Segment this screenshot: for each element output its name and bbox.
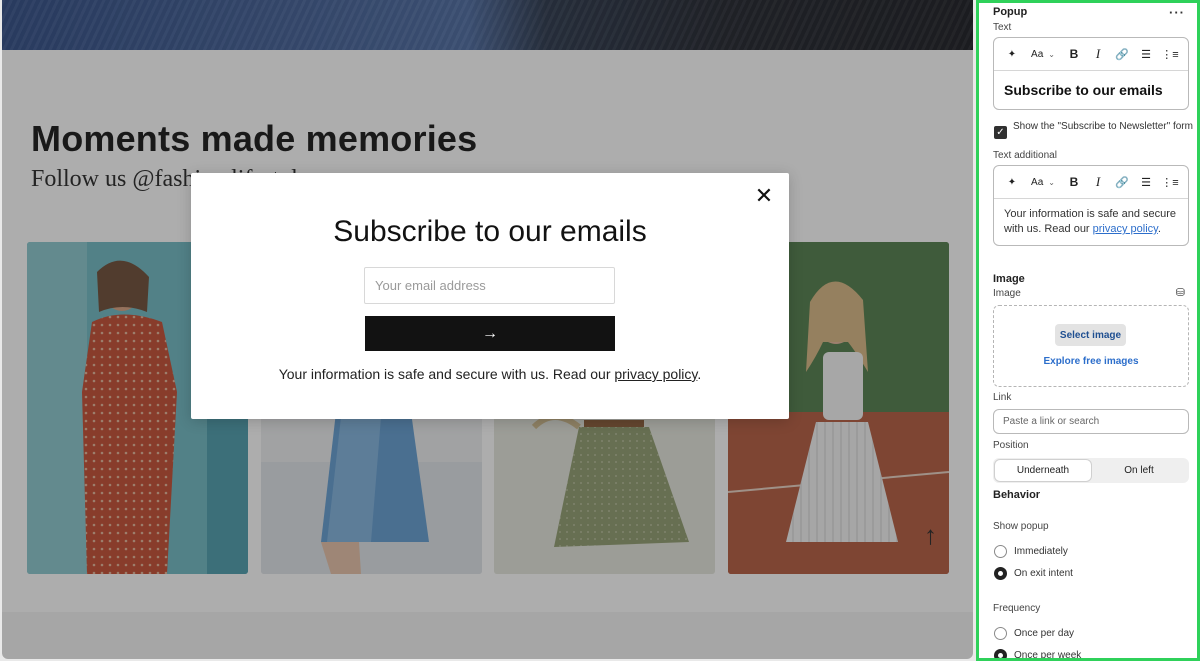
chevron-down-icon: ⌄ — [1048, 49, 1055, 59]
chevron-down-icon: ⌄ — [1048, 177, 1055, 187]
close-icon[interactable]: ✕ — [753, 185, 775, 207]
select-image-button[interactable]: Select image — [1055, 324, 1126, 346]
radio-immediately[interactable] — [994, 545, 1007, 558]
rte-toolbar-2: ✦ Aa ⌄ B I 🔗 ☰ ⋮≡ — [994, 166, 1188, 199]
storefront-preview: Moments made memories Follow us @fashion… — [2, 0, 973, 659]
radio-once-per-day-label: Once per day — [1014, 628, 1075, 639]
magic-icon[interactable]: ✦ — [1004, 172, 1020, 192]
radio-once-per-week-label: Once per week — [1014, 650, 1082, 661]
privacy-policy-link[interactable]: privacy policy — [614, 366, 697, 382]
rte-toolbar: ✦ Aa ⌄ B I 🔗 ☰ ⋮≡ — [994, 38, 1188, 71]
numbered-list-icon[interactable]: ⋮≡ — [1158, 172, 1182, 192]
bold-button[interactable]: B — [1062, 44, 1086, 64]
text-size-label: Aa — [1031, 176, 1044, 188]
popup-title: Subscribe to our emails — [333, 215, 647, 248]
text-size-dropdown[interactable]: Aa ⌄ — [1024, 172, 1062, 192]
link-input[interactable] — [993, 409, 1189, 434]
radio-once-per-week[interactable] — [994, 649, 1007, 658]
radio-on-exit-intent[interactable] — [994, 567, 1007, 580]
label-text: Text — [993, 22, 1012, 33]
label-text-additional: Text additional — [993, 150, 1057, 161]
label-image: Image — [993, 288, 1021, 299]
label-link: Link — [993, 392, 1012, 403]
privacy-policy-link[interactable]: privacy policy — [1093, 223, 1158, 235]
position-option-underneath[interactable]: Underneath — [995, 460, 1091, 481]
database-icon[interactable]: ⛁ — [1176, 286, 1185, 299]
privacy-note: Your information is safe and secure with… — [191, 366, 789, 382]
radio-once-per-day[interactable] — [994, 627, 1007, 640]
radio-on-exit-intent-label: On exit intent — [1014, 568, 1073, 579]
text-size-dropdown[interactable]: Aa ⌄ — [1024, 44, 1062, 64]
editor-root: Moments made memories Follow us @fashion… — [0, 0, 1200, 661]
text-additional-rich-editor: ✦ Aa ⌄ B I 🔗 ☰ ⋮≡ Your information is saf… — [993, 165, 1189, 246]
popup-settings-panel: Popup ··· Text ✦ Aa ⌄ B I 🔗 ☰ ⋮≡ Subscrib… — [976, 0, 1200, 661]
magic-icon[interactable]: ✦ — [1004, 44, 1020, 64]
section-heading-behavior: Behavior — [993, 489, 1041, 501]
radio-immediately-label: Immediately — [1014, 546, 1068, 557]
privacy-note-end: . — [697, 366, 702, 382]
label-frequency: Frequency — [993, 603, 1041, 614]
subscribe-button[interactable]: → — [365, 316, 615, 351]
link-icon[interactable]: 🔗 — [1110, 172, 1134, 192]
italic-button[interactable]: I — [1086, 44, 1110, 64]
image-dropzone[interactable]: Select image Explore free images — [993, 305, 1189, 387]
bulleted-list-icon[interactable]: ☰ — [1134, 172, 1158, 192]
privacy-note-text: Your information is safe and secure with… — [278, 366, 615, 382]
more-options-icon[interactable]: ··· — [1169, 5, 1185, 20]
text-additional-end: . — [1157, 223, 1161, 235]
numbered-list-icon[interactable]: ⋮≡ — [1158, 44, 1182, 64]
text-rich-editor: ✦ Aa ⌄ B I 🔗 ☰ ⋮≡ Subscribe to our emails — [993, 37, 1189, 110]
bulleted-list-icon[interactable]: ☰ — [1134, 44, 1158, 64]
newsletter-form-checkbox[interactable]: ✓ — [994, 126, 1007, 139]
label-position: Position — [993, 440, 1029, 451]
link-icon[interactable]: 🔗 — [1110, 44, 1134, 64]
italic-button[interactable]: I — [1086, 172, 1110, 192]
email-input[interactable] — [364, 267, 615, 304]
bold-button[interactable]: B — [1062, 172, 1086, 192]
explore-free-images-link[interactable]: Explore free images — [994, 356, 1188, 367]
text-size-label: Aa — [1031, 48, 1044, 60]
text-additional-content[interactable]: Your information is safe and secure with… — [994, 199, 1188, 245]
label-show-popup: Show popup — [993, 521, 1049, 532]
newsletter-form-checkbox-label: Show the "Subscribe to Newsletter" form — [1013, 121, 1193, 132]
newsletter-popup: ✕ Subscribe to our emails → Your informa… — [191, 173, 789, 419]
position-option-on-left[interactable]: On left — [1091, 460, 1187, 481]
position-segmented-control: Underneath On left — [993, 458, 1189, 483]
section-heading-popup: Popup — [993, 6, 1028, 18]
text-editor-content[interactable]: Subscribe to our emails — [994, 71, 1188, 109]
section-heading-image: Image — [993, 273, 1025, 285]
